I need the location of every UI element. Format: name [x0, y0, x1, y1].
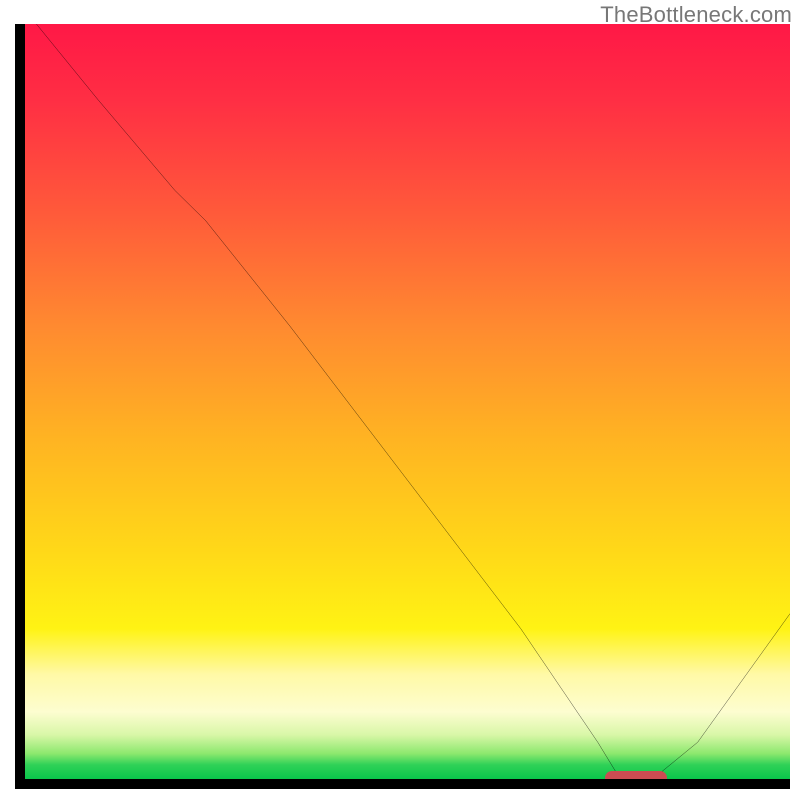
- plot-area: [10, 24, 790, 790]
- optimal-range-marker: [605, 771, 667, 785]
- chart-container: TheBottleneck.com: [0, 0, 800, 800]
- gradient-background: [21, 24, 790, 780]
